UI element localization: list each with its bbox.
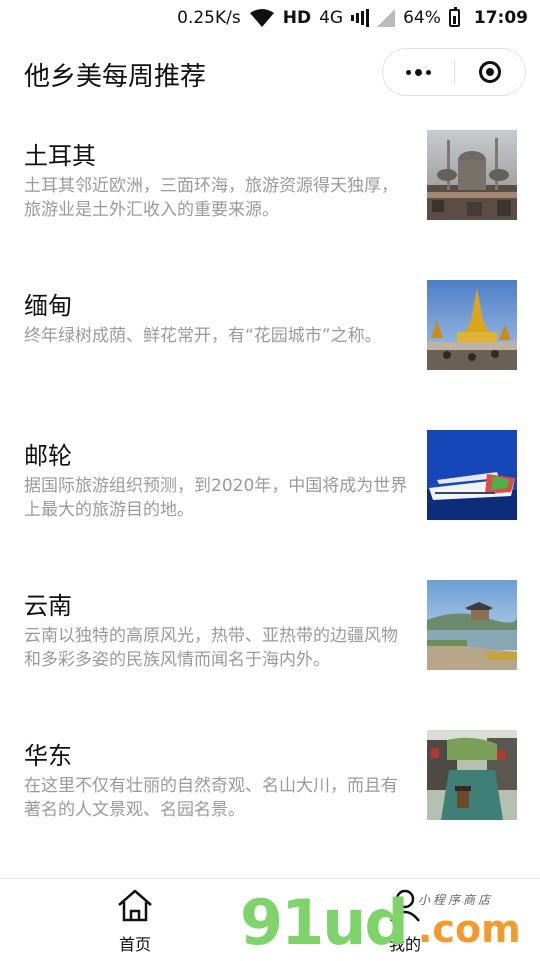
water-town-image	[427, 730, 517, 820]
list-item[interactable]: 华东 在这里不仅有壮丽的自然奇观、名山大川，而且有著名的人文景观、名园名景。	[0, 720, 540, 870]
golden-pagoda-image	[427, 280, 517, 370]
status-bar: 0.25K/s HD 4G 64% 17:09	[0, 0, 540, 36]
item-description: 土耳其邻近欧洲，三面环海，旅游资源得天独厚，旅游业是土外汇收入的重要来源。	[24, 176, 398, 220]
page-title: 他乡美每周推荐	[24, 62, 207, 92]
signal-icon	[351, 9, 370, 27]
tab-bar: 首页 我的	[0, 878, 540, 961]
wifi-icon	[249, 8, 275, 28]
item-title: 土耳其	[24, 142, 96, 170]
close-circle-icon	[478, 61, 501, 83]
battery-level: 64%	[403, 8, 441, 28]
user-icon	[390, 889, 420, 922]
cruise-ship-image	[427, 430, 517, 520]
tab-mine[interactable]: 我的	[345, 879, 465, 961]
battery-icon	[448, 7, 460, 27]
no-signal-icon	[377, 9, 396, 27]
clock: 17:09	[473, 8, 528, 28]
hd-badge: HD	[282, 8, 312, 28]
more-dots-icon	[405, 69, 411, 75]
mini-program-capsule	[382, 48, 526, 96]
list-item[interactable]: 土耳其 土耳其邻近欧洲，三面环海，旅游资源得天独厚，旅游业是土外汇收入的重要来源…	[0, 120, 540, 270]
item-title: 云南	[24, 592, 72, 620]
close-button[interactable]	[455, 49, 526, 95]
item-title: 邮轮	[24, 442, 72, 470]
item-title: 华东	[24, 742, 72, 770]
network-speed: 0.25K/s	[177, 8, 241, 28]
list-item[interactable]: 邮轮 据国际旅游组织预测，到2020年，中国将成为世界上最大的旅游目的地。	[0, 420, 540, 570]
home-icon	[118, 889, 152, 922]
istanbul-mosque-image	[427, 130, 517, 220]
item-description: 据国际旅游组织预测，到2020年，中国将成为世界上最大的旅游目的地。	[24, 476, 408, 520]
network-type: 4G	[319, 8, 344, 28]
recommendation-list: 土耳其 土耳其邻近欧洲，三面环海，旅游资源得天独厚，旅游业是土外汇收入的重要来源…	[0, 120, 540, 870]
item-description: 在这里不仅有壮丽的自然奇观、名山大川，而且有著名的人文景观、名园名景。	[24, 776, 398, 820]
more-options-button[interactable]	[383, 49, 454, 95]
item-title: 缅甸	[24, 292, 72, 320]
list-item[interactable]: 云南 云南以独特的高原风光，热带、亚热带的边疆风物和多彩多姿的民族风情而闻名于海…	[0, 570, 540, 720]
tab-mine-label: 我的	[388, 935, 421, 954]
tab-home[interactable]: 首页	[75, 879, 195, 961]
yunnan-lake-image	[427, 580, 517, 670]
list-item[interactable]: 缅甸 终年绿树成荫、鲜花常开，有“花园城市”之称。	[0, 270, 540, 420]
item-description: 云南以独特的高原风光，热带、亚热带的边疆风物和多彩多姿的民族风情而闻名于海内外。	[24, 626, 398, 670]
item-description: 终年绿树成荫、鲜花常开，有“花园城市”之称。	[24, 326, 382, 346]
tab-home-label: 首页	[118, 935, 151, 954]
